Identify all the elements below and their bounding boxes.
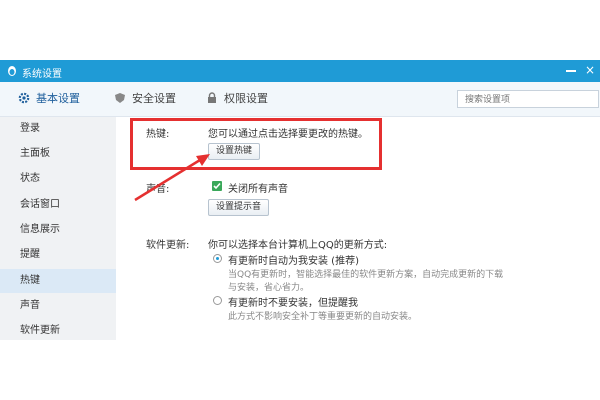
settings-window: 系统设置 × 基本设置 安全设置 权限设置 登录 主面板 状态 会话窗口 信息展… — [0, 60, 600, 340]
annotation-arrow — [134, 154, 210, 202]
